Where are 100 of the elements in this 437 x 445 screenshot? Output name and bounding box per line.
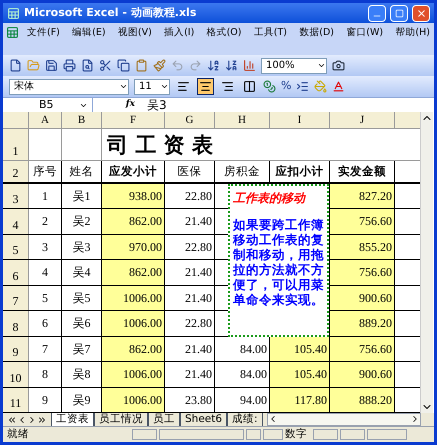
table-cell: 756.60 bbox=[330, 336, 395, 361]
column-heading: 序号 bbox=[29, 161, 62, 182]
row-header[interactable]: 7 bbox=[3, 286, 29, 310]
status-text: 就绪 bbox=[7, 426, 30, 442]
column-heading: 实发金额 bbox=[330, 161, 395, 182]
printer-icon[interactable] bbox=[63, 59, 76, 72]
camera-icon[interactable] bbox=[332, 59, 345, 72]
function-label[interactable]: fx bbox=[93, 98, 143, 112]
print-preview-icon[interactable] bbox=[81, 59, 94, 72]
table-cell: 105.40 bbox=[270, 336, 330, 361]
fill-color-icon[interactable] bbox=[314, 80, 328, 93]
table-cell: 1006.00 bbox=[102, 311, 165, 336]
table-cell: 862.00 bbox=[102, 336, 165, 361]
row-header[interactable]: 6 bbox=[3, 260, 29, 284]
zoom-dropdown[interactable]: 100% bbox=[261, 58, 327, 74]
table-cell: 855.20 bbox=[330, 234, 395, 259]
menu-item[interactable]: 数据(D) bbox=[299, 26, 334, 40]
indent-icon[interactable] bbox=[296, 80, 310, 93]
column-header[interactable]: F bbox=[102, 112, 165, 128]
sheet-tab[interactable]: 员工 bbox=[148, 413, 180, 426]
maximize-icon bbox=[394, 8, 404, 18]
new-file-icon[interactable] bbox=[9, 59, 22, 72]
font-color-icon[interactable] bbox=[332, 80, 346, 93]
paste-icon[interactable] bbox=[135, 59, 148, 72]
copy-icon[interactable] bbox=[117, 59, 130, 72]
menu-item[interactable]: 文件(F) bbox=[27, 26, 60, 40]
sheet-title: 司 工 资 表 bbox=[107, 130, 213, 159]
row-header[interactable]: 2 bbox=[3, 161, 29, 182]
currency-icon[interactable] bbox=[263, 80, 276, 93]
sheet-tab[interactable]: 成绩: bbox=[227, 413, 263, 426]
close-icon bbox=[416, 8, 426, 18]
window-title: Microsoft Excel - 动画教程.xls bbox=[24, 4, 198, 21]
menu-item[interactable]: 编辑(E) bbox=[72, 26, 106, 40]
workbook-icon[interactable] bbox=[6, 26, 19, 39]
percent-button[interactable]: % bbox=[281, 78, 292, 95]
column-header[interactable]: A bbox=[29, 112, 62, 128]
sort-ascending-icon[interactable] bbox=[207, 59, 220, 72]
menu-item[interactable]: 格式(O) bbox=[206, 26, 242, 40]
font-size-dropdown[interactable]: 11 bbox=[134, 78, 170, 94]
menu-item[interactable]: 插入(I) bbox=[164, 26, 194, 40]
maximize-button[interactable] bbox=[390, 4, 408, 22]
column-header[interactable]: H bbox=[215, 112, 270, 128]
horizontal-scrollbar[interactable] bbox=[266, 413, 421, 426]
column-header[interactable]: I bbox=[270, 112, 330, 128]
font-dropdown[interactable]: 宋体 bbox=[9, 78, 129, 94]
table-cell: 756.60 bbox=[330, 260, 395, 284]
sheet-tab[interactable]: 工资表 bbox=[51, 413, 94, 426]
status-mode: 数字 bbox=[285, 426, 308, 442]
column-heading: 应扣小计 bbox=[270, 161, 330, 182]
table-cell: 756.60 bbox=[330, 209, 395, 234]
excel-app-icon bbox=[7, 6, 20, 20]
text-box-body: 如果要跨工作簿移动工作表的复制和移动，用拖拉的方法就不方便了，可以用菜单命令来实现。 bbox=[233, 217, 324, 307]
table-cell: 827.20 bbox=[330, 184, 395, 208]
row-header[interactable]: 5 bbox=[3, 234, 29, 259]
menu-item[interactable]: 帮助(H) bbox=[395, 26, 430, 40]
row-header[interactable]: 11 bbox=[3, 388, 29, 412]
table-cell: 1006.00 bbox=[102, 286, 165, 310]
close-button[interactable] bbox=[412, 4, 430, 22]
last-sheet-icon[interactable] bbox=[37, 414, 47, 424]
table-cell: 938.00 bbox=[102, 184, 165, 208]
column-header[interactable]: J bbox=[330, 112, 395, 128]
row-header[interactable]: 1 bbox=[3, 129, 29, 160]
row-header[interactable]: 8 bbox=[3, 311, 29, 336]
row-header[interactable]: 9 bbox=[3, 336, 29, 361]
table-cell: 900.60 bbox=[330, 286, 395, 310]
text-box-title: 工作表的移动 bbox=[233, 190, 307, 207]
sheet-tab[interactable]: Sheet6 bbox=[180, 413, 228, 426]
merge-cells-icon[interactable] bbox=[241, 78, 258, 95]
table-cell: 1006.00 bbox=[102, 362, 165, 386]
menu-item[interactable]: 窗口(W) bbox=[346, 26, 384, 40]
table-cell: 888.20 bbox=[330, 388, 395, 412]
column-header[interactable]: B bbox=[62, 112, 102, 128]
row-header[interactable]: 3 bbox=[3, 184, 29, 208]
column-heading: 房积金 bbox=[215, 161, 270, 182]
save-icon[interactable] bbox=[45, 59, 58, 72]
column-heading: 应发小计 bbox=[102, 161, 165, 182]
chart-icon[interactable] bbox=[243, 59, 256, 72]
sheet-tab[interactable]: 员工情况 bbox=[94, 413, 148, 426]
column-heading: 姓名 bbox=[62, 161, 102, 182]
menu-item[interactable]: 工具(T) bbox=[254, 26, 287, 40]
first-sheet-icon[interactable] bbox=[7, 414, 17, 424]
formula-field[interactable]: 吴3 bbox=[143, 96, 434, 114]
sort-descending-icon[interactable] bbox=[225, 59, 238, 72]
minimize-button[interactable] bbox=[368, 4, 386, 22]
table-cell: 900.60 bbox=[330, 362, 395, 386]
row-header[interactable]: 10 bbox=[3, 362, 29, 386]
column-heading: 医保 bbox=[165, 161, 215, 182]
column-header[interactable]: G bbox=[165, 112, 215, 128]
scissors-icon[interactable] bbox=[99, 59, 112, 72]
table-cell: 889.20 bbox=[330, 311, 395, 336]
align-center-icon[interactable] bbox=[197, 78, 214, 95]
table-cell: 1006.00 bbox=[102, 388, 165, 412]
table-cell: 117.80 bbox=[270, 388, 330, 412]
table-cell: 105.40 bbox=[270, 362, 330, 386]
table-cell: 862.00 bbox=[102, 260, 165, 284]
menu-item[interactable]: 视图(V) bbox=[118, 26, 152, 40]
row-header[interactable]: 4 bbox=[3, 209, 29, 234]
table-cell: 970.00 bbox=[102, 234, 165, 259]
vertical-scrollbar[interactable] bbox=[420, 112, 433, 413]
format-painter-icon[interactable] bbox=[153, 59, 166, 72]
